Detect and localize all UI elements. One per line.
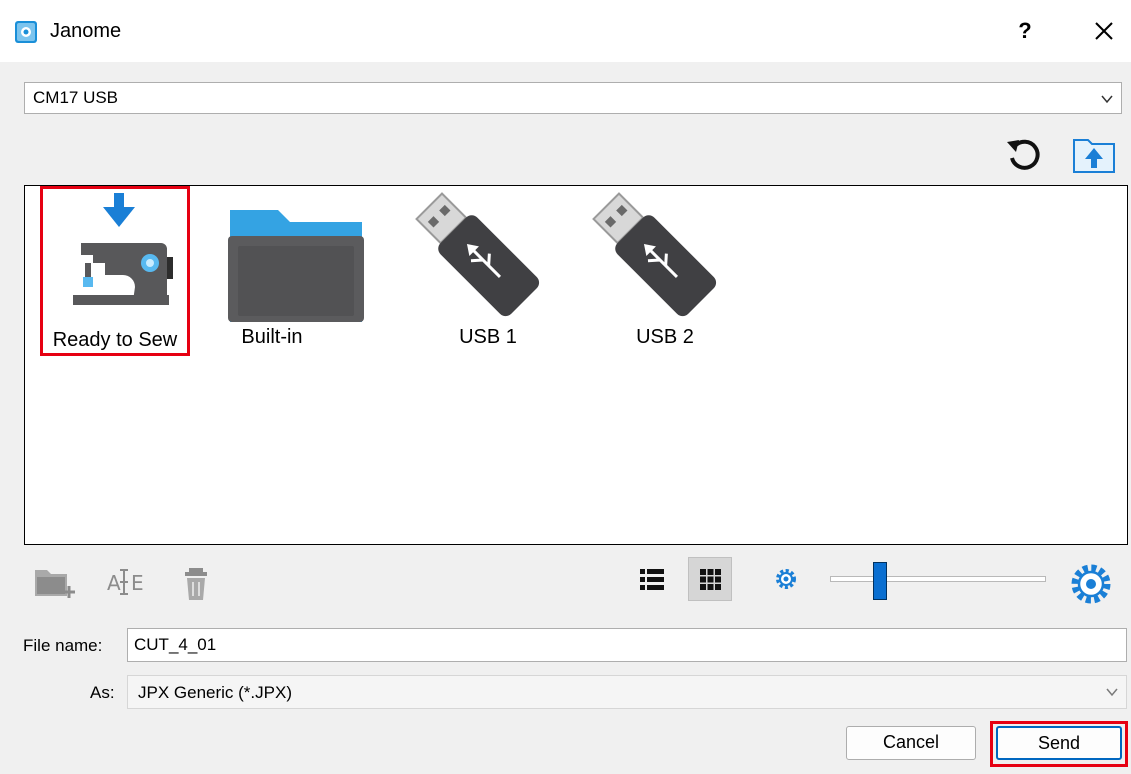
send-button[interactable]: Send bbox=[996, 726, 1122, 760]
item-built-in[interactable]: Built-in bbox=[197, 186, 364, 356]
svg-text:E: E bbox=[131, 571, 144, 595]
item-label: USB 2 bbox=[636, 326, 694, 348]
upload-folder-icon[interactable] bbox=[1072, 134, 1116, 174]
item-label: USB 1 bbox=[459, 326, 517, 348]
janome-app-icon bbox=[15, 21, 37, 43]
chevron-down-icon bbox=[1101, 95, 1113, 104]
grid-view-icon bbox=[700, 569, 721, 590]
help-button[interactable]: ? bbox=[1010, 16, 1040, 46]
file-pane: Ready to Sew Built-in USB 1 USB 2 bbox=[24, 185, 1128, 545]
refresh-icon[interactable] bbox=[1003, 134, 1045, 176]
rename-icon[interactable]: A E bbox=[107, 566, 149, 600]
svg-text:A: A bbox=[107, 571, 121, 595]
as-label: As: bbox=[90, 683, 115, 702]
file-name-input[interactable] bbox=[128, 629, 1126, 661]
usb-drive-icon bbox=[592, 192, 717, 317]
file-type-select[interactable]: JPX Generic (*.JPX) bbox=[127, 675, 1127, 709]
usb-drive-icon bbox=[415, 192, 540, 317]
icon-size-slider-thumb[interactable] bbox=[872, 562, 887, 600]
janome-dialog: Janome ? CM17 USB Ready to Sew Built-in … bbox=[0, 0, 1131, 774]
device-select[interactable]: CM17 USB bbox=[24, 82, 1122, 114]
gear-large-icon[interactable] bbox=[1068, 561, 1114, 607]
item-label: Built-in bbox=[241, 326, 303, 348]
grid-view-button[interactable] bbox=[688, 557, 732, 601]
title-bar: Janome ? bbox=[0, 0, 1131, 62]
chevron-down-icon bbox=[1106, 688, 1118, 697]
item-label: Ready to Sew bbox=[52, 329, 178, 351]
item-ready-to-sew[interactable]: Ready to Sew bbox=[40, 186, 190, 356]
device-select-value: CM17 USB bbox=[33, 88, 119, 107]
gear-small-icon[interactable] bbox=[773, 566, 799, 592]
item-usb-1[interactable]: USB 1 bbox=[413, 186, 563, 356]
sewing-machine-icon bbox=[73, 193, 173, 305]
file-name-field[interactable] bbox=[127, 628, 1127, 662]
list-view-icon bbox=[640, 569, 664, 590]
icon-size-slider[interactable] bbox=[830, 576, 1046, 582]
trash-icon[interactable] bbox=[181, 566, 215, 602]
file-name-label: File name: bbox=[23, 636, 103, 655]
item-usb-2[interactable]: USB 2 bbox=[590, 186, 740, 356]
list-view-button[interactable] bbox=[630, 557, 674, 601]
window-title: Janome bbox=[50, 20, 122, 42]
close-icon[interactable] bbox=[1087, 14, 1121, 48]
file-type-value: JPX Generic (*.JPX) bbox=[138, 683, 292, 702]
cancel-button[interactable]: Cancel bbox=[846, 726, 976, 760]
new-folder-icon[interactable] bbox=[33, 566, 75, 600]
folder-icon bbox=[228, 210, 364, 322]
